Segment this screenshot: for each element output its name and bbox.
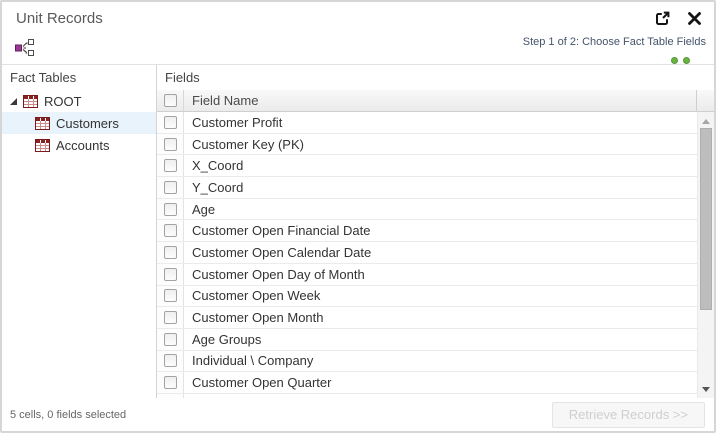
- field-checkbox[interactable]: [164, 224, 177, 237]
- field-name-column-header[interactable]: Field Name: [184, 90, 696, 111]
- select-all-checkbox[interactable]: [164, 94, 177, 107]
- field-checkbox-cell: [157, 351, 184, 372]
- table-icon: [23, 95, 38, 108]
- tree-item-root[interactable]: ROOT: [2, 90, 156, 112]
- field-name-label: Customer Open Month: [184, 307, 697, 328]
- field-name-label: Individual \ Company: [184, 351, 697, 372]
- close-icon[interactable]: [687, 11, 702, 26]
- selection-summary: 5 cells, 0 fields selected: [10, 409, 126, 421]
- field-name-label: Customer Profit: [184, 112, 697, 133]
- field-row[interactable]: Customer Open Month: [157, 307, 697, 329]
- field-row-partial[interactable]: [157, 394, 697, 398]
- step-indicator-label: Step 1 of 2: Choose Fact Table Fields: [523, 36, 706, 48]
- field-checkbox-cell: [157, 264, 184, 285]
- field-name-label: Customer Open Day of Month: [184, 264, 697, 285]
- tree-item-accounts[interactable]: Accounts: [2, 134, 156, 156]
- field-checkbox-cell: [157, 134, 184, 155]
- field-name-label: Customer Open Calendar Date: [184, 242, 697, 263]
- table-relationships-icon[interactable]: [14, 38, 35, 57]
- field-name-label: X_Coord: [184, 155, 697, 176]
- field-row[interactable]: Age: [157, 199, 697, 221]
- scrollbar-thumb[interactable]: [700, 128, 712, 310]
- tree-item-customers[interactable]: Customers: [2, 112, 156, 134]
- field-row[interactable]: Customer Open Day of Month: [157, 264, 697, 286]
- vertical-scrollbar[interactable]: [697, 112, 714, 398]
- unit-records-dialog: Unit Records: [0, 0, 716, 433]
- field-row[interactable]: Age Groups: [157, 329, 697, 351]
- field-checkbox[interactable]: [164, 246, 177, 259]
- field-row[interactable]: Customer Open Calendar Date: [157, 242, 697, 264]
- field-checkbox-cell: [157, 199, 184, 220]
- step-dot-1[interactable]: [671, 57, 678, 64]
- tree-expanded-icon[interactable]: [9, 97, 18, 106]
- field-row[interactable]: Customer Open Week: [157, 286, 697, 308]
- titlebar-icons: [638, 10, 702, 27]
- field-checkbox[interactable]: [164, 116, 177, 129]
- status-bar: 5 cells, 0 fields selected Retrieve Reco…: [2, 398, 714, 431]
- dialog-body: Fact Tables ROOT Customers Accounts Fiel…: [2, 65, 714, 398]
- wizard-subheader: Step 1 of 2: Choose Fact Table Fields: [2, 34, 714, 65]
- field-checkbox-cell: [157, 286, 184, 307]
- select-all-cell: [157, 90, 184, 111]
- fact-tables-panel: Fact Tables ROOT Customers Accounts: [2, 65, 156, 398]
- field-checkbox-cell: [157, 242, 184, 263]
- field-name-label: Customer Open Week: [184, 286, 697, 307]
- field-checkbox[interactable]: [164, 354, 177, 367]
- field-checkbox-cell: [157, 155, 184, 176]
- field-checkbox[interactable]: [164, 268, 177, 281]
- field-checkbox[interactable]: [164, 203, 177, 216]
- fields-panel-title: Fields: [157, 65, 714, 90]
- field-checkbox[interactable]: [164, 376, 177, 389]
- tree-item-label: Accounts: [56, 138, 109, 153]
- field-row[interactable]: Y_Coord: [157, 177, 697, 199]
- field-name-label: Customer Open Financial Date: [184, 220, 697, 241]
- field-checkbox[interactable]: [164, 311, 177, 324]
- field-row[interactable]: Customer Key (PK): [157, 134, 697, 156]
- field-checkbox[interactable]: [164, 159, 177, 172]
- grid-header-spacer: [696, 90, 714, 111]
- retrieve-records-button[interactable]: Retrieve Records >>: [552, 402, 705, 428]
- table-icon: [35, 139, 50, 152]
- field-checkbox[interactable]: [164, 181, 177, 194]
- scrollbar-down-arrow-icon[interactable]: [698, 382, 714, 396]
- fields-grid-header: Field Name: [157, 90, 714, 112]
- field-checkbox[interactable]: [164, 289, 177, 302]
- table-icon: [35, 117, 50, 130]
- fields-grid-body: Customer ProfitCustomer Key (PK)X_CoordY…: [157, 112, 714, 398]
- fields-panel: Fields Field Name Customer ProfitCustome…: [156, 65, 714, 398]
- field-checkbox-cell: [157, 329, 184, 350]
- open-in-new-window-icon[interactable]: [654, 10, 671, 27]
- field-name-label: Age: [184, 199, 697, 220]
- field-name-label: Y_Coord: [184, 177, 697, 198]
- field-checkbox-cell: [157, 177, 184, 198]
- field-row[interactable]: Individual \ Company: [157, 351, 697, 373]
- page-title: Unit Records: [16, 10, 103, 27]
- fact-tables-tree: ROOT Customers Accounts: [2, 90, 156, 156]
- tree-item-label: ROOT: [44, 94, 82, 109]
- scrollbar-up-arrow-icon[interactable]: [698, 114, 714, 128]
- step-dot-2[interactable]: [683, 57, 690, 64]
- title-bar: Unit Records: [2, 2, 714, 34]
- field-name-label: [184, 394, 697, 398]
- tree-item-label: Customers: [56, 116, 119, 131]
- field-row[interactable]: Customer Open Quarter: [157, 372, 697, 394]
- field-checkbox-cell: [157, 372, 184, 393]
- field-checkbox[interactable]: [164, 333, 177, 346]
- field-checkbox[interactable]: [164, 138, 177, 151]
- fact-tables-panel-title: Fact Tables: [2, 65, 156, 90]
- field-row[interactable]: Customer Open Financial Date: [157, 220, 697, 242]
- fields-rows: Customer ProfitCustomer Key (PK)X_CoordY…: [157, 112, 697, 398]
- field-checkbox-cell: [157, 307, 184, 328]
- field-name-label: Customer Open Quarter: [184, 372, 697, 393]
- field-row[interactable]: Customer Profit: [157, 112, 697, 134]
- field-row[interactable]: X_Coord: [157, 155, 697, 177]
- field-name-label: Customer Key (PK): [184, 134, 697, 155]
- field-checkbox-cell: [157, 112, 184, 133]
- field-name-label: Age Groups: [184, 329, 697, 350]
- field-checkbox-cell: [157, 394, 184, 398]
- field-checkbox-cell: [157, 220, 184, 241]
